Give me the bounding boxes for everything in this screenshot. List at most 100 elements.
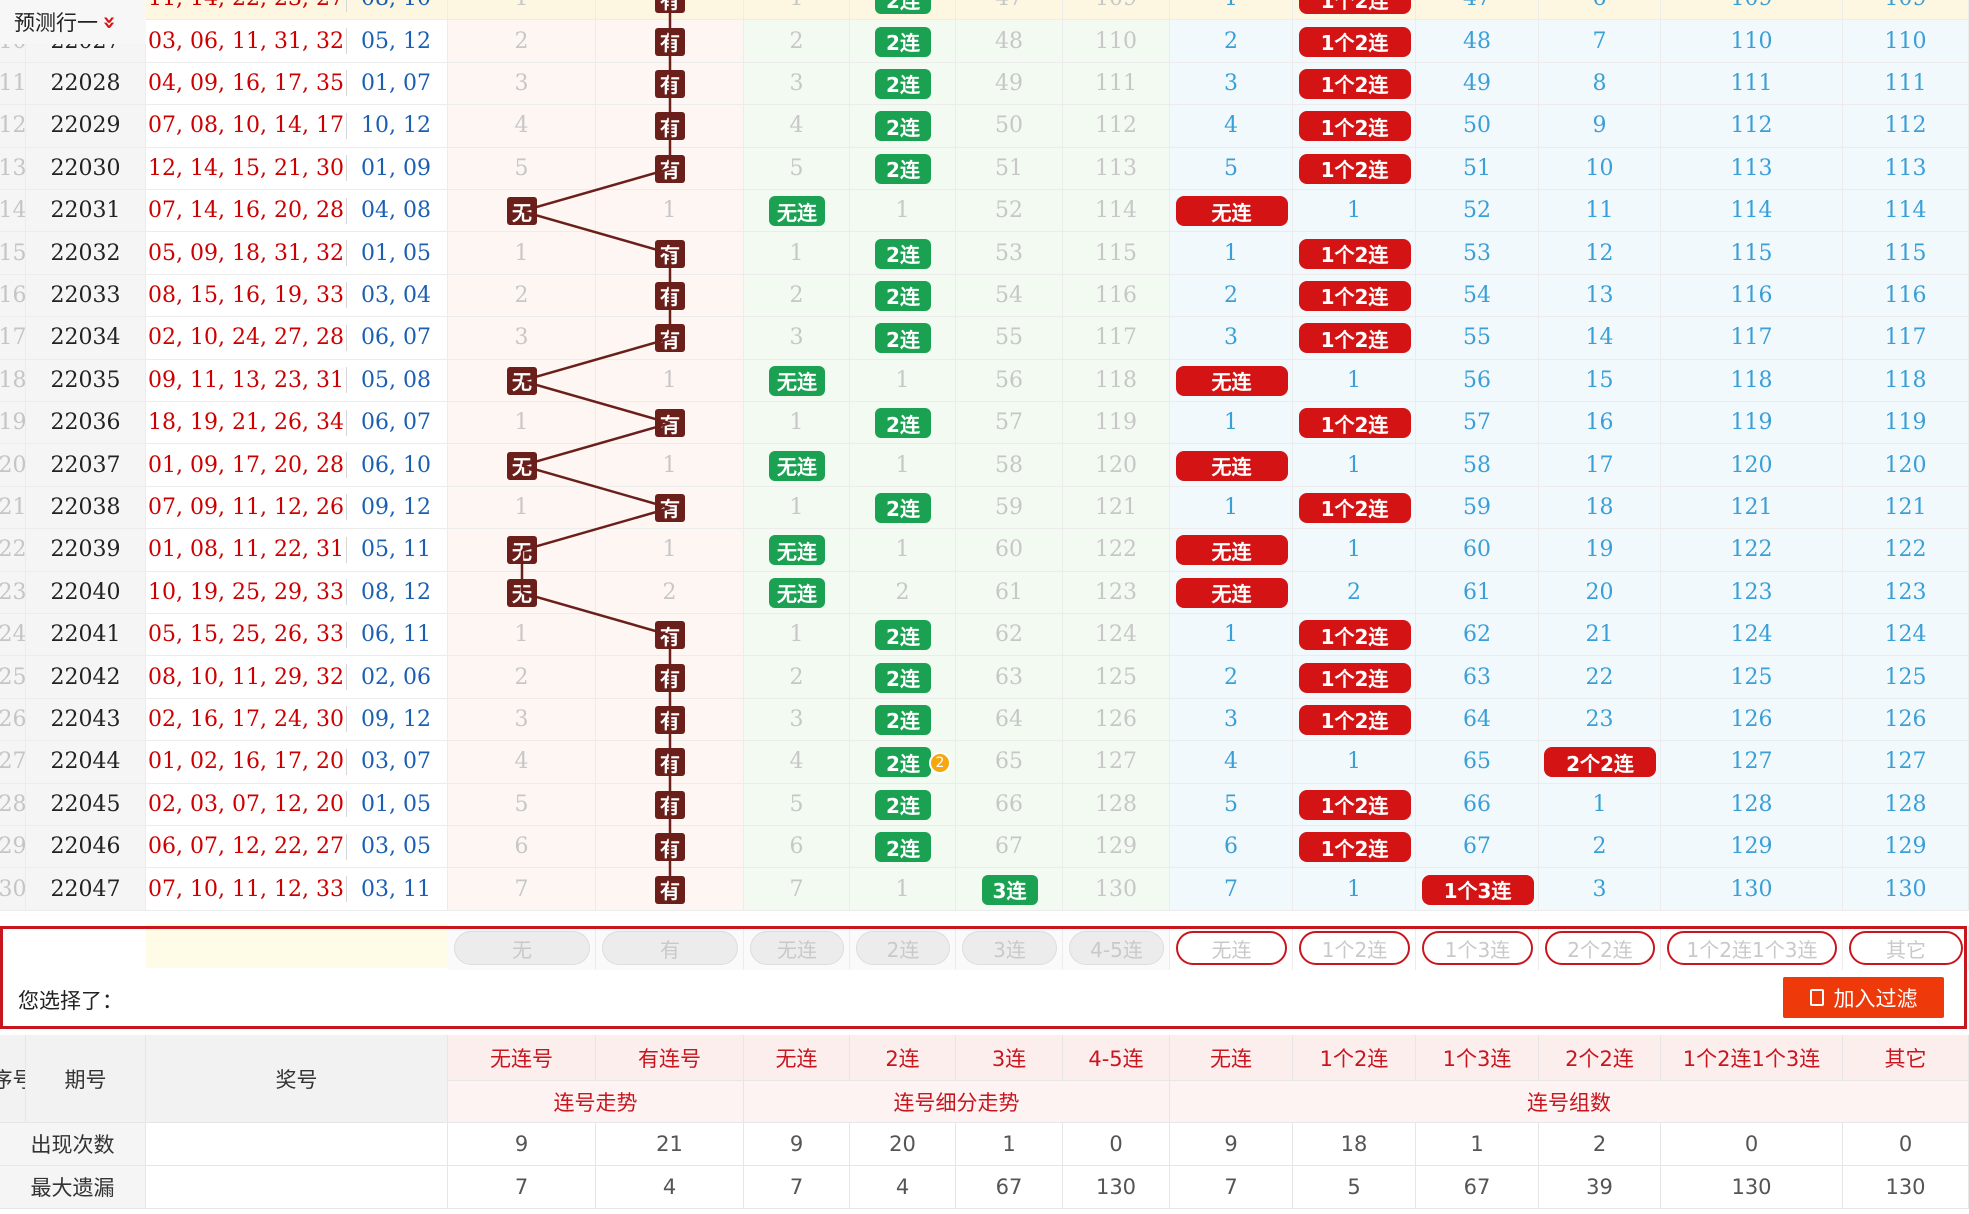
stats-value: 130 bbox=[1063, 1166, 1170, 1209]
omission-value: 120 bbox=[1730, 452, 1773, 478]
table-cell-e2: 1个2连 bbox=[1293, 147, 1416, 190]
table-cell-e5: 116 bbox=[1661, 274, 1843, 318]
detail-marker: 2连 bbox=[875, 111, 931, 142]
table-row: 29 22046 06, 07, 12, 22, 27 03, 05 6 有 6 2连 67 12… bbox=[0, 826, 1969, 869]
table-cell-d2: 2连 bbox=[850, 614, 956, 657]
issue-number: 22044 bbox=[50, 749, 121, 775]
count-badge: 2 bbox=[929, 752, 951, 775]
table-cell-c2: 有 bbox=[596, 741, 744, 784]
table-cell-c1: 无 bbox=[448, 190, 596, 233]
omission-value: 119 bbox=[1730, 410, 1773, 436]
table-cell-c2: 1 bbox=[596, 444, 744, 487]
table-cell-nums: 08, 10, 11, 29, 32 02, 06 bbox=[146, 656, 448, 699]
red-numbers: 18, 19, 21, 26, 34 bbox=[148, 410, 344, 436]
row-seq: 12 bbox=[0, 113, 26, 139]
table-cell-issue: 22035 bbox=[26, 359, 146, 402]
table-cell-c2: 1 bbox=[596, 190, 744, 233]
omission-value: 1 bbox=[514, 622, 529, 648]
table-cell-d3: 48 bbox=[956, 20, 1063, 63]
omission-value: 128 bbox=[1730, 791, 1773, 817]
omission-value: 2 bbox=[895, 579, 910, 605]
table-cell-d2: 2连 bbox=[850, 0, 956, 21]
table-cell-e2: 1 bbox=[1293, 741, 1416, 784]
omission-value: 122 bbox=[1095, 537, 1137, 563]
table-cell-e5: 129 bbox=[1661, 826, 1843, 869]
table-row: 23 22040 10, 19, 25, 29, 33 08, 12 无 2 无连 2 61 12… bbox=[0, 571, 1969, 614]
table-cell-e2: 1个2连 bbox=[1293, 614, 1416, 657]
omission-value: 1 bbox=[1347, 537, 1361, 563]
omission-value: 59 bbox=[995, 494, 1023, 520]
has-consecutive-marker: 有 bbox=[655, 27, 685, 56]
blue-numbers: 03, 04 bbox=[361, 282, 431, 308]
table-cell-d1: 3 bbox=[744, 698, 850, 742]
issue-number: 22038 bbox=[50, 494, 121, 520]
row-seq: 30 bbox=[0, 876, 26, 902]
omission-value: 3 bbox=[1592, 876, 1607, 902]
omission-value: 5 bbox=[514, 155, 529, 181]
table-cell-e1: 7 bbox=[1170, 868, 1293, 911]
table-cell-d3: 59 bbox=[956, 486, 1063, 530]
table-cell-d2: 2连 bbox=[850, 274, 956, 318]
blue-numbers: 10, 12 bbox=[361, 113, 431, 139]
omission-value: 6 bbox=[1224, 834, 1238, 860]
has-consecutive-marker: 有 bbox=[655, 493, 685, 522]
table-cell-d2: 1 bbox=[850, 190, 956, 233]
row-seq: 13 bbox=[0, 155, 26, 181]
red-numbers: 08, 10, 11, 29, 32 bbox=[148, 664, 344, 690]
table-cell-nums: 01, 02, 16, 17, 20 03, 07 bbox=[146, 741, 448, 784]
omission-value: 56 bbox=[1463, 367, 1491, 393]
table-cell-e2: 1个2连 bbox=[1293, 62, 1416, 106]
table-cell-d1: 无连 bbox=[744, 359, 850, 402]
has-consecutive-marker: 有 bbox=[655, 748, 685, 777]
omission-value: 2 bbox=[789, 664, 804, 690]
header-group-col: 其它 bbox=[1843, 1035, 1969, 1081]
omission-value: 1 bbox=[1224, 622, 1238, 648]
table-cell-d2: 2连 bbox=[850, 656, 956, 699]
detail-marker: 2连 bbox=[875, 492, 931, 523]
table-cell-d3: 63 bbox=[956, 656, 1063, 699]
table-cell-d3: 64 bbox=[956, 698, 1063, 742]
table-cell-nums: 08, 15, 16, 19, 33 03, 04 bbox=[146, 274, 448, 318]
table-cell-d2: 2连 bbox=[850, 783, 956, 826]
table-cell-issue: 22039 bbox=[26, 529, 146, 572]
table-cell-c2: 有 bbox=[596, 868, 744, 911]
table-cell-d3: 67 bbox=[956, 826, 1063, 869]
table-cell-e5: 117 bbox=[1661, 317, 1843, 360]
omission-value: 4 bbox=[1224, 749, 1238, 775]
table-cell-e4: 18 bbox=[1539, 486, 1661, 530]
stats-value: 67 bbox=[1416, 1166, 1539, 1209]
table-cell-e4: 15 bbox=[1539, 359, 1661, 402]
stats-value: 9 bbox=[448, 1123, 596, 1166]
omission-value: 6 bbox=[1593, 0, 1607, 11]
table-cell-e3: 55 bbox=[1416, 317, 1539, 360]
table-cell-c1: 5 bbox=[448, 783, 596, 826]
predict-label[interactable]: 预测行一 » bbox=[0, 0, 146, 44]
table-cell-seq: 13 bbox=[0, 147, 26, 190]
omission-value: 130 bbox=[1884, 876, 1927, 902]
table-cell-c2: 有 bbox=[596, 402, 744, 445]
table-cell-c2: 有 bbox=[596, 698, 744, 742]
table-cell-nums: 09, 11, 13, 23, 31 05, 08 bbox=[146, 359, 448, 402]
row-seq: 26 bbox=[0, 706, 26, 732]
table-cell-d2: 1 bbox=[850, 444, 956, 487]
table-cell-e2: 1个2连 bbox=[1293, 274, 1416, 318]
table-cell-seq: 23 bbox=[0, 571, 26, 614]
issue-number: 22030 bbox=[50, 155, 121, 181]
omission-value: 47 bbox=[995, 0, 1023, 11]
add-filter-button[interactable]: 加入过滤 bbox=[1783, 977, 1944, 1018]
table-cell-d4: 113 bbox=[1063, 147, 1170, 190]
omission-value: 116 bbox=[1095, 282, 1137, 308]
omission-value: 1 bbox=[895, 537, 910, 563]
group-marker: 无连 bbox=[1175, 577, 1288, 608]
header-detail-col: 4-5连 bbox=[1063, 1035, 1170, 1081]
table-cell-e1: 3 bbox=[1170, 62, 1293, 106]
table-cell-e2: 1个2连 bbox=[1293, 656, 1416, 699]
omission-value: 112 bbox=[1095, 113, 1137, 139]
table-cell-c2: 有 bbox=[596, 147, 744, 190]
group-marker: 1个2连 bbox=[1298, 238, 1411, 269]
omission-value: 57 bbox=[995, 410, 1023, 436]
group-marker: 1个2连 bbox=[1298, 323, 1411, 354]
omission-value: 1 bbox=[662, 452, 677, 478]
table-cell-issue: 22029 bbox=[26, 105, 146, 148]
table-cell-c2: 有 bbox=[596, 486, 744, 530]
